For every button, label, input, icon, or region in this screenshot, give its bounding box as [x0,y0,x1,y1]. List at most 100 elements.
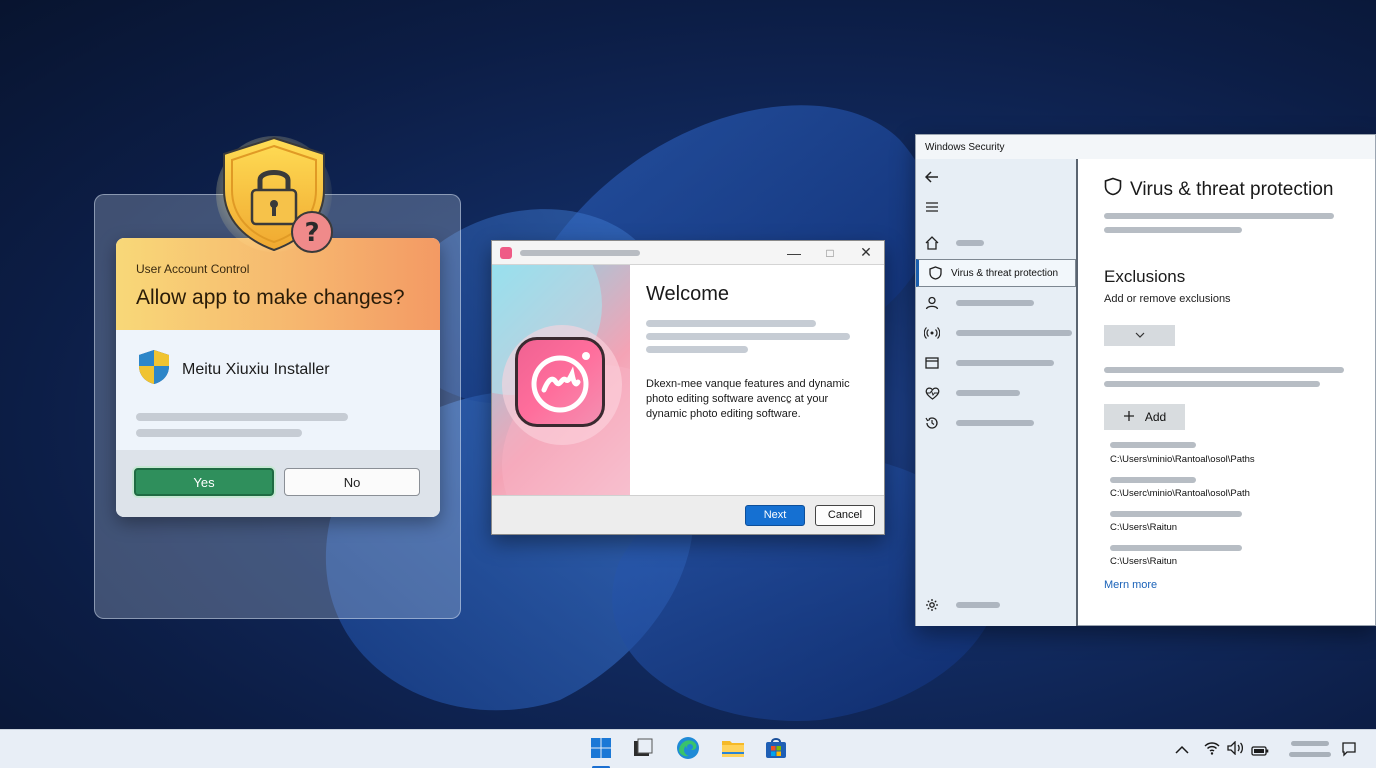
page-title: Virus & threat protection [1104,177,1351,202]
nav-protection-history[interactable] [916,409,1076,437]
nav-home[interactable] [916,229,1076,257]
uac-detail-line [136,413,348,421]
description-line: dynamic photo editing software. [646,408,801,420]
window-controls: — □ ✕ [776,241,884,265]
exclusion-path[interactable]: C:\Users\Raitun [1110,556,1177,567]
browser-window-icon [924,355,940,371]
file-explorer-button[interactable] [720,737,746,763]
intro-line [1104,213,1334,219]
yes-button[interactable]: Yes [134,468,274,496]
nav-label-placeholder [956,360,1054,366]
chevron-up-icon[interactable] [1175,742,1189,758]
notification-icon[interactable] [1341,741,1357,760]
person-icon [924,295,940,311]
description-line: Dkexn-mee vanque features and dynamic [646,378,850,390]
exclusions-description: Add or remove exclusions [1104,293,1231,305]
nav-label-placeholder [956,240,984,246]
no-button[interactable]: No [284,468,420,496]
exclusion-path[interactable]: C:\Userc\minio\Rantoal\osol\Path [1110,488,1250,499]
task-view-icon [632,738,654,763]
installer-title-placeholder [520,249,640,256]
exclusion-type-placeholder [1110,545,1242,551]
cancel-button[interactable]: Cancel [815,504,875,526]
page-title-text: Virus & threat protection [1130,178,1334,200]
store-icon [764,736,788,765]
windows-security-window: Windows Security Virus & threat protecti… [915,134,1376,626]
security-titlebar[interactable]: Windows Security [916,135,1375,159]
task-view-button[interactable] [630,737,656,763]
start-button[interactable] [588,737,614,763]
minimize-icon[interactable]: — [776,241,812,265]
wifi-icon[interactable] [1204,741,1220,758]
nav-label-placeholder [956,390,1020,396]
installer-line [646,333,850,340]
nav-firewall[interactable] [916,319,1076,347]
exclusion-path[interactable]: C:\Users\minio\Rantoal\osol\Paths [1110,454,1255,465]
next-button[interactable]: Next [745,504,805,526]
nav-virus-threat-protection[interactable]: Virus & threat protection [916,259,1076,287]
shield-icon [136,348,172,391]
home-icon [924,235,940,251]
clock-date-placeholder [1289,752,1331,757]
edge-button[interactable] [675,736,701,765]
exclusion-type-placeholder [1110,511,1242,517]
shield-outline-icon [927,265,943,281]
shield-lock-icon: ? [216,134,340,263]
exclusion-type-placeholder [1110,477,1196,483]
nav-active-label: Virus & threat protection [951,267,1059,279]
exclusions-dropdown[interactable] [1104,325,1175,346]
installer-line [646,320,816,327]
nav-device-health[interactable] [916,379,1076,407]
plus-icon [1123,410,1135,425]
description-line: photo editing software avencc̱ at your [646,393,829,405]
start-icon [590,737,612,764]
nav-settings[interactable] [916,591,1076,619]
learn-more-link[interactable]: Mern more [1104,579,1157,591]
add-exclusion-label: Add [1144,410,1167,424]
uac-app-name: Meitu Xiuxiu Installer [182,360,330,378]
nav-label-placeholder [956,330,1072,336]
installer-line [646,346,748,353]
uac-footer: Yes No [116,450,440,517]
installer-description: Dkexn-mee vanque features and dynamic ph… [646,377,868,422]
svg-text:?: ? [304,218,319,248]
add-exclusion-button[interactable]: Add [1104,404,1185,430]
installer-artwork [492,265,630,495]
wireless-icon [924,325,940,341]
chevron-down-icon [1135,330,1145,341]
security-main: Virus & threat protection Exclusions Add… [1080,159,1375,625]
uac-question: Allow app to make changes? [136,286,405,309]
uac-title: User Account Control [136,262,250,276]
gear-icon [924,597,940,613]
heart-pulse-icon [924,385,940,401]
back-button[interactable] [916,163,1076,191]
installer-titlebar[interactable]: — □ ✕ [492,241,884,265]
uac-detail-line [136,429,302,437]
info-line [1104,367,1344,373]
menu-button[interactable] [916,193,1076,221]
info-line [1104,381,1320,387]
history-icon [924,415,940,431]
exclusion-path[interactable]: C:\Users\Raitun [1110,522,1177,533]
meitu-logo-icon [515,337,605,427]
meitu-app-icon [500,246,512,259]
nav-label-placeholder [956,602,1000,608]
maximize-icon[interactable]: □ [812,241,848,265]
volume-icon[interactable] [1227,740,1245,758]
uac-body: Meitu Xiuxiu Installer [116,330,440,450]
battery-icon[interactable] [1251,743,1269,759]
uac-dialog: User Account Control Allow app to make c… [116,238,440,517]
store-button[interactable] [763,737,789,763]
nav-label-placeholder [956,420,1034,426]
security-nav: Virus & threat protection [916,159,1078,626]
intro-line [1104,227,1242,233]
nav-app-browser-control[interactable] [916,349,1076,377]
file-explorer-icon [721,738,745,763]
edge-icon [676,736,700,765]
back-arrow-icon [924,169,940,185]
nav-account-protection[interactable] [916,289,1076,317]
close-icon[interactable]: ✕ [848,241,884,265]
nav-label-placeholder [956,300,1034,306]
uac-app-row: Meitu Xiuxiu Installer [136,348,420,391]
installer-window: — □ ✕ Welcome Dkexn-mee vanque features … [491,240,885,535]
